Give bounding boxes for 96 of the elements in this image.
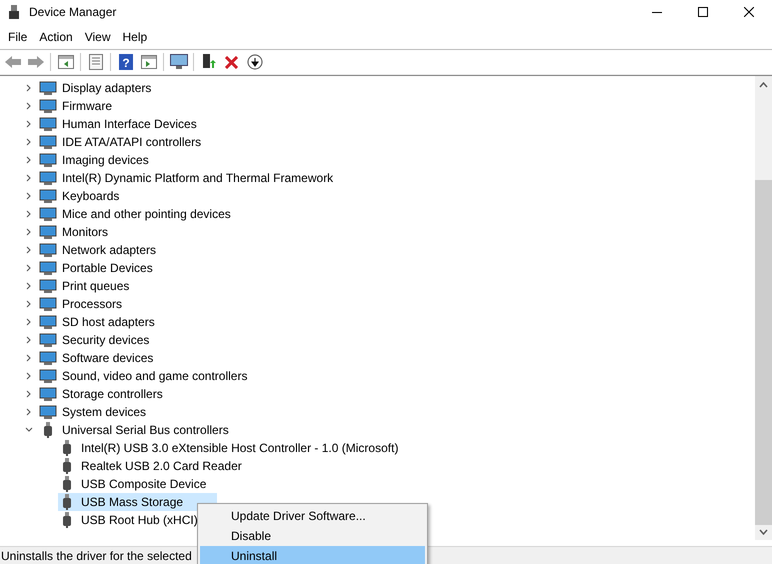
delete-x-icon xyxy=(225,56,238,68)
tree-item[interactable]: Sound, video and game controllers xyxy=(60,367,250,385)
tree-item[interactable]: SD host adapters xyxy=(60,313,157,331)
device-icon xyxy=(39,80,57,96)
device-icon xyxy=(39,404,57,420)
chevron-right-icon xyxy=(25,102,33,110)
menu-item[interactable]: View xyxy=(78,26,116,46)
device-icon xyxy=(39,350,57,366)
tree-item[interactable]: Processors xyxy=(60,295,124,313)
tree-item[interactable]: USB Mass Storage xyxy=(58,493,217,511)
chevron-right-icon xyxy=(25,192,33,200)
device-icon xyxy=(39,206,57,222)
scrollbar[interactable] xyxy=(755,76,772,540)
tree-item[interactable]: Intel(R) Dynamic Platform and Thermal Framework xyxy=(60,169,336,187)
device-icon xyxy=(39,296,57,312)
chevron-right-icon xyxy=(25,156,33,164)
tree-item[interactable]: Imaging devices xyxy=(60,151,151,169)
down-arrow-circle-icon xyxy=(246,54,262,70)
tree-item[interactable]: Storage controllers xyxy=(60,385,165,403)
tree-item[interactable]: Keyboards xyxy=(60,187,122,205)
tree-item[interactable]: Mice and other pointing devices xyxy=(60,205,233,223)
chevron-right-icon xyxy=(25,120,33,128)
device-icon xyxy=(39,278,57,294)
tree-item[interactable]: USB Composite Device xyxy=(58,475,210,493)
help-icon: ? xyxy=(118,54,132,70)
device-icon xyxy=(39,368,57,384)
update-driver-icon xyxy=(202,54,216,70)
device-icon xyxy=(39,170,57,186)
maximize-icon xyxy=(698,7,708,17)
scrollbar-thumb[interactable] xyxy=(755,180,772,525)
status-text: Uninstalls the driver for the selected xyxy=(0,548,192,564)
plug-icon xyxy=(62,494,72,510)
device-icon xyxy=(39,98,57,114)
plug-icon xyxy=(62,512,72,528)
chevron-right-icon xyxy=(25,318,33,326)
tree-item[interactable]: Portable Devices xyxy=(60,259,155,277)
context-menu-item[interactable]: Uninstall xyxy=(200,546,425,564)
plug-icon xyxy=(62,440,72,456)
tree-item[interactable]: IDE ATA/ATAPI controllers xyxy=(60,133,204,151)
tree-item[interactable]: System devices xyxy=(60,403,148,421)
chevron-down-icon xyxy=(25,426,33,434)
chevron-right-icon xyxy=(25,372,33,380)
tree-item[interactable]: Network adapters xyxy=(60,241,158,259)
tree-item[interactable]: Print queues xyxy=(60,277,132,295)
chevron-right-icon xyxy=(25,300,33,308)
scroll-down-icon xyxy=(759,529,768,535)
device-icon xyxy=(39,386,57,402)
scroll-up-icon xyxy=(759,82,768,88)
chevron-right-icon xyxy=(25,282,33,290)
plug-icon xyxy=(62,476,72,492)
chevron-right-icon xyxy=(25,210,33,218)
back-arrow-icon xyxy=(4,56,20,68)
chevron-right-icon xyxy=(25,390,33,398)
forward-arrow-icon xyxy=(28,56,44,68)
help-button[interactable]: ? xyxy=(114,51,137,73)
window-panel-icon xyxy=(58,55,74,69)
window-panel-icon xyxy=(140,55,156,69)
tree-item[interactable]: Universal Serial Bus controllers xyxy=(60,421,231,439)
chevron-right-icon xyxy=(25,228,33,236)
tree-item[interactable]: Display adapters xyxy=(60,79,154,97)
window-title: Device Manager xyxy=(29,4,116,21)
device-icon xyxy=(39,224,57,240)
device-icon xyxy=(39,152,57,168)
chevron-right-icon xyxy=(25,336,33,344)
device-icon xyxy=(39,332,57,348)
tree-item[interactable]: Software devices xyxy=(60,349,156,367)
tree-item[interactable]: Firmware xyxy=(60,97,114,115)
device-icon xyxy=(39,260,57,276)
chevron-right-icon xyxy=(25,354,33,362)
device-icon xyxy=(39,134,57,150)
tree-item[interactable]: Human Interface Devices xyxy=(60,115,199,133)
close-icon xyxy=(744,7,754,17)
chevron-right-icon xyxy=(25,84,33,92)
tree-item[interactable]: Intel(R) USB 3.0 eXtensible Host Controller - 1.0 (Microsoft) xyxy=(58,439,402,457)
chevron-right-icon xyxy=(25,408,33,416)
menu-item[interactable]: Action xyxy=(33,26,79,46)
device-icon xyxy=(39,116,57,132)
document-icon xyxy=(88,54,102,70)
plug-icon xyxy=(43,422,53,438)
device-icon xyxy=(39,242,57,258)
tree-item[interactable]: USB Root Hub (xHCI) xyxy=(58,511,202,529)
chevron-right-icon xyxy=(25,264,33,272)
chevron-right-icon xyxy=(25,246,33,254)
menu-item[interactable]: File xyxy=(2,26,34,46)
menu-item[interactable]: Help xyxy=(116,26,154,46)
app-icon xyxy=(8,5,20,19)
tree-item[interactable]: Monitors xyxy=(60,223,110,241)
tree-item[interactable]: Realtek USB 2.0 Card Reader xyxy=(58,457,246,475)
device-icon xyxy=(39,314,57,330)
chevron-right-icon xyxy=(25,138,33,146)
monitor-icon xyxy=(170,54,188,70)
device-icon xyxy=(39,188,57,204)
context-menu-item[interactable]: Disable xyxy=(200,526,425,546)
tree-item[interactable]: Security devices xyxy=(60,331,152,349)
chevron-right-icon xyxy=(25,174,33,182)
plug-icon xyxy=(62,458,72,474)
